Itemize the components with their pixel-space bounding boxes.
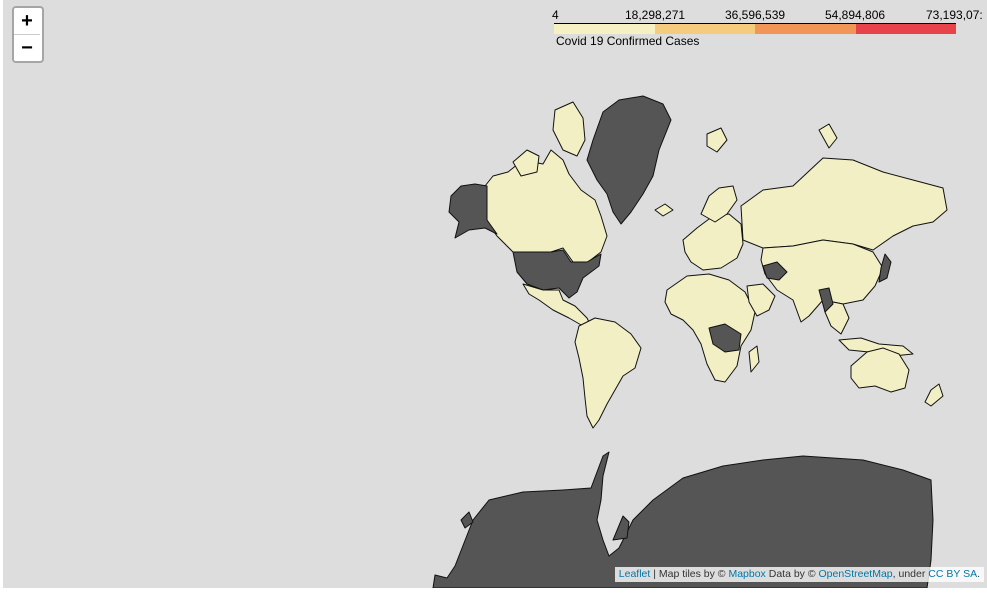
region-greenland[interactable] — [586, 95, 672, 225]
region-madagascar[interactable] — [748, 345, 760, 373]
legend-tick: 54,894,806 — [825, 8, 886, 22]
legend-swatch — [554, 24, 655, 34]
mapbox-link[interactable]: Mapbox — [728, 568, 765, 580]
legend-tick: 4 — [552, 8, 559, 22]
leaflet-link[interactable]: Leaflet — [619, 568, 651, 580]
attribution-text: , under — [892, 568, 929, 580]
region-south-america[interactable] — [574, 317, 642, 429]
zoom-out-button[interactable]: − — [14, 35, 40, 61]
openstreetmap-link[interactable]: OpenStreetMap — [819, 568, 893, 580]
legend-title: Covid 19 Confirmed Cases — [556, 34, 700, 48]
attribution-text: . — [977, 568, 980, 580]
region-china-asia[interactable] — [760, 239, 884, 323]
map-attribution: Leaflet | Map tiles by © Mapbox Data by … — [614, 567, 984, 582]
region-russia[interactable] — [740, 157, 948, 251]
legend-tick: 73,193,07: — [926, 8, 983, 22]
region-europe[interactable] — [682, 213, 744, 271]
region-arctic-russia[interactable] — [818, 123, 838, 149]
region-canada[interactable] — [484, 149, 608, 263]
legend-swatch — [855, 24, 956, 34]
attribution-text: | Map tiles by © — [650, 568, 729, 580]
region-antarctic-island[interactable] — [612, 515, 630, 541]
region-svalbard[interactable] — [706, 127, 728, 153]
license-link[interactable]: CC BY SA — [928, 568, 977, 580]
map-viewport[interactable]: + − 4 18,298,271 36,596,539 54,894,806 7… — [3, 0, 987, 588]
zoom-in-button[interactable]: + — [14, 8, 40, 35]
map-legend: 4 18,298,271 36,596,539 54,894,806 73,19… — [548, 8, 987, 50]
legend-color-ramp — [554, 24, 956, 34]
world-map[interactable] — [3, 0, 987, 588]
legend-swatch — [755, 24, 856, 34]
region-arctic-islands[interactable] — [552, 101, 586, 157]
legend-tick: 36,596,539 — [725, 8, 786, 22]
region-japan[interactable] — [878, 253, 892, 283]
legend-swatch — [654, 24, 755, 34]
zoom-control: + − — [12, 6, 44, 63]
region-new-zealand[interactable] — [924, 383, 944, 407]
legend-tick: 18,298,271 — [625, 8, 686, 22]
attribution-text: Data by © — [765, 568, 819, 580]
region-iceland[interactable] — [654, 203, 674, 217]
region-mexico[interactable] — [522, 283, 594, 331]
